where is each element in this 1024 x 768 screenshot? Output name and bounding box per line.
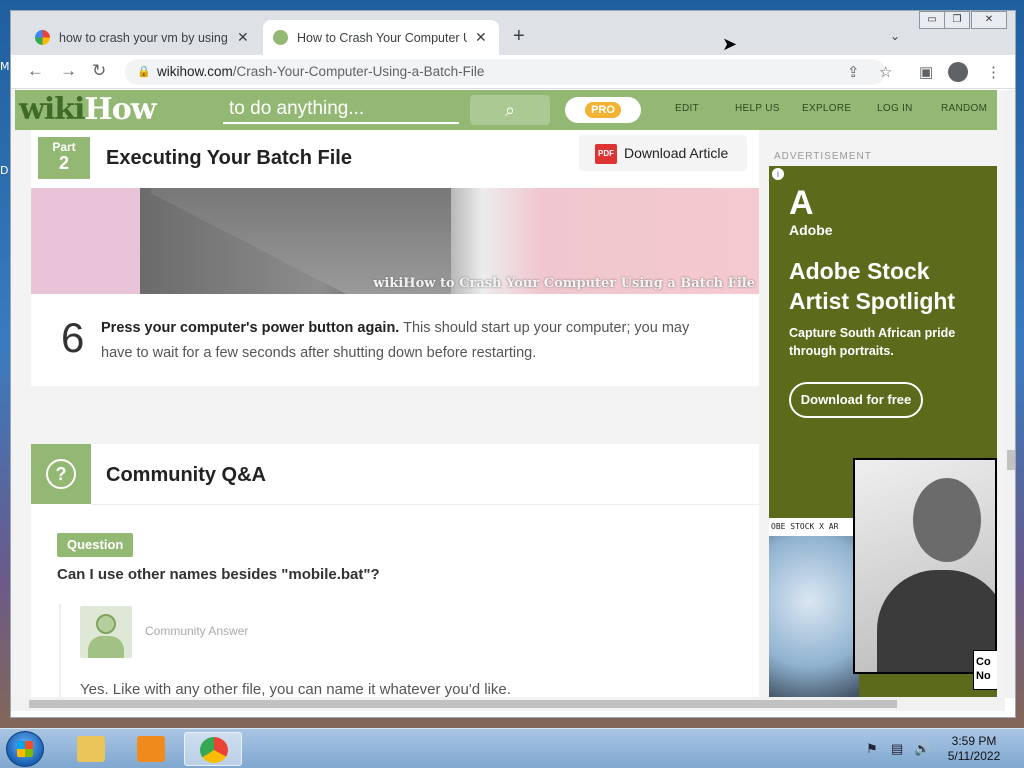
new-tab-button[interactable]: + — [513, 25, 525, 48]
lock-icon: 🔒 — [137, 66, 151, 78]
wikihow-favicon-icon — [273, 30, 288, 45]
search-input[interactable]: to do anything... — [223, 96, 459, 124]
tab-wikihow-active[interactable]: How to Crash Your Computer Usi ✕ — [263, 20, 499, 55]
adobe-logo-icon: A — [789, 184, 814, 222]
pdf-icon: PDF — [595, 144, 617, 164]
horizontal-scrollbar[interactable] — [11, 697, 1005, 711]
mouse-cursor-icon: ➤ — [722, 34, 738, 54]
page-viewport: wikiHow to do anything... ⌕ PRO EDIT HEL… — [11, 90, 1005, 698]
windows-logo-icon — [17, 741, 33, 757]
nav-help-us[interactable]: HELP US — [735, 103, 780, 114]
tab-strip: how to crash your vm by using c ✕ How to… — [11, 11, 1015, 55]
system-clock[interactable]: 3:59 PM 5/11/2022 — [944, 734, 1004, 764]
desktop-edge-letter-2: D — [0, 164, 9, 177]
url-path: /Crash-Your-Computer-Using-a-Batch-File — [232, 64, 485, 79]
community-avatar — [80, 606, 132, 658]
back-arrow-icon[interactable]: ← — [27, 61, 44, 81]
community-answer-label: Community Answer — [145, 624, 249, 638]
nav-log-in[interactable]: LOG IN — [877, 103, 913, 114]
action-center-icon[interactable]: ⚑ — [866, 741, 878, 757]
chrome-menu-icon[interactable]: ⋮ — [986, 63, 1001, 81]
ad-strip-text: OBE STOCK X AR — [769, 518, 859, 536]
share-icon[interactable]: ⇪ — [847, 63, 860, 81]
question-badge: Question — [57, 533, 134, 557]
browser-window: how to crash your vm by using c ✕ How to… — [10, 10, 1016, 718]
part-header: Part 2 Executing Your Batch File PDF Dow… — [31, 130, 759, 188]
media-player-taskbar-button[interactable] — [122, 732, 180, 766]
community-qa-section: ? Community Q&A Question Can I use other… — [31, 444, 759, 698]
folder-icon — [77, 736, 105, 762]
close-window-button[interactable]: ✕ — [971, 11, 1007, 29]
nav-edit[interactable]: EDIT — [675, 103, 699, 114]
pro-button[interactable]: PRO — [565, 97, 641, 123]
ad-portrait-photo — [853, 458, 997, 674]
url-host: wikihow.com — [157, 64, 233, 79]
minimize-button[interactable]: ▭ — [919, 11, 945, 29]
browser-toolbar: ← → ↻ 🔒 wikihow.com/Crash-Your-Computer-… — [11, 55, 1015, 89]
answer-text: Yes. Like with any other file, you can n… — [80, 681, 511, 698]
step-illustration: wikiHow to Crash Your Computer Using a B… — [31, 188, 759, 294]
nav-explore[interactable]: EXPLORE — [802, 103, 851, 114]
nav-random[interactable]: RANDOM — [941, 103, 987, 114]
start-button[interactable] — [6, 731, 44, 767]
step-number: 6 — [61, 314, 85, 361]
image-caption: wikiHow to Crash Your Computer Using a B… — [373, 276, 755, 291]
ad-download-button[interactable]: Download for free — [789, 382, 923, 418]
ad-corner-label: Co No — [973, 650, 997, 690]
tab-title: how to crash your vm by using c — [59, 30, 229, 45]
explorer-taskbar-button[interactable] — [62, 732, 120, 766]
wikihow-header: wikiHow to do anything... ⌕ PRO EDIT HEL… — [15, 90, 997, 130]
tab-crash-vm[interactable]: how to crash your vm by using c ✕ — [25, 20, 259, 55]
media-player-icon — [137, 736, 165, 762]
bookmark-star-icon[interactable]: ☆ — [879, 63, 892, 81]
chrome-icon — [200, 737, 228, 763]
address-bar[interactable]: 🔒 wikihow.com/Crash-Your-Computer-Using-… — [125, 59, 885, 85]
tab-search-chevron-icon[interactable]: ⌄ — [890, 29, 900, 43]
profile-avatar-icon[interactable] — [948, 62, 968, 82]
ad-headline: Adobe Stock Artist Spotlight — [789, 258, 956, 314]
vertical-scrollbar[interactable] — [1005, 90, 1015, 698]
answer-block: Community Answer Yes. Like with any othe… — [59, 604, 749, 698]
volume-icon[interactable]: 🔊 — [914, 741, 930, 757]
advertisement-label: ADVERTISEMENT — [774, 151, 872, 162]
ad-info-icon[interactable]: i — [772, 168, 784, 180]
step-text: Press your computer's power button again… — [101, 320, 690, 361]
forward-arrow-icon[interactable]: → — [60, 61, 77, 81]
google-favicon-icon — [35, 30, 50, 45]
side-panel-icon[interactable]: ▣ — [919, 63, 933, 81]
close-tab-icon[interactable]: ✕ — [237, 29, 249, 46]
part-title: Executing Your Batch File — [106, 147, 352, 169]
divider — [91, 504, 759, 505]
search-icon: ⌕ — [504, 100, 516, 120]
desktop-edge-letter-1: M — [0, 60, 10, 73]
question-text[interactable]: Can I use other names besides "mobile.ba… — [57, 566, 380, 583]
network-icon[interactable]: ▤ — [891, 741, 903, 757]
reload-icon[interactable]: ↻ — [92, 61, 106, 81]
download-article-button[interactable]: PDF Download Article — [579, 135, 747, 171]
ad-brand: Adobe — [789, 222, 833, 238]
tab-title: How to Crash Your Computer Usi — [297, 30, 467, 45]
chrome-taskbar-button[interactable] — [184, 732, 242, 766]
taskbar: ⚑ ▤ 🔊 3:59 PM 5/11/2022 — [0, 728, 1024, 768]
qa-title: Community Q&A — [106, 464, 266, 486]
ad-photo — [769, 536, 859, 698]
part-badge: Part 2 — [38, 137, 90, 179]
ad-subtext: Capture South African pride through port… — [789, 326, 956, 358]
adobe-stock-ad[interactable]: i A Adobe Adobe Stock Artist Spotlight C… — [769, 166, 997, 698]
question-mark-icon: ? — [46, 459, 76, 489]
wikihow-logo[interactable]: wikiHow — [19, 92, 157, 127]
restore-button[interactable]: ❐ — [944, 11, 970, 29]
search-button[interactable]: ⌕ — [470, 95, 550, 125]
qa-icon-box: ? — [31, 444, 91, 504]
close-tab-icon[interactable]: ✕ — [475, 29, 487, 46]
step-card: 6 Press your computer's power button aga… — [31, 294, 759, 386]
